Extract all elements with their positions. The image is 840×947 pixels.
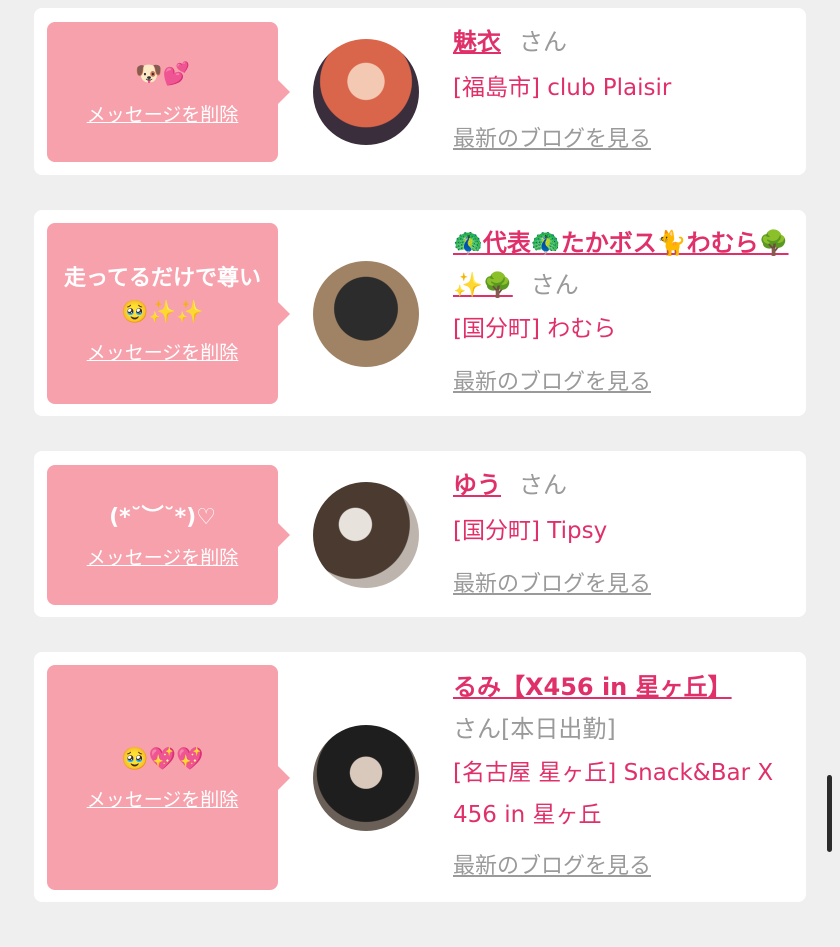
honorific: さん: [453, 715, 501, 743]
status-text: [本日出勤]: [501, 715, 616, 743]
profile-info: 🦚代表🦚たかボス🐈わむら🌳✨🌳 さん [国分町] わむら 最新のブログを見る: [453, 222, 792, 396]
message-card: (*˘︶˘*)♡ メッセージを削除 ゆう さん [国分町] Tipsy 最新のブロ…: [34, 451, 806, 617]
profile-info: 魅衣 さん [福島市] club Plaisir 最新のブログを見る: [453, 21, 792, 153]
name-line: るみ【X456 in 星ヶ丘】: [453, 666, 792, 708]
delete-message-link[interactable]: メッセージを削除: [87, 338, 239, 365]
honorific: さん: [519, 471, 567, 499]
message-text: (*˘︶˘*)♡: [109, 504, 216, 530]
latest-blog-link[interactable]: 最新のブログを見る: [453, 566, 651, 598]
message-text: 🥹💖💖: [121, 747, 204, 772]
profile-name-link[interactable]: るみ【X456 in 星ヶ丘】: [453, 673, 732, 701]
message-bubble: 走ってるだけで尊い🥹✨✨ メッセージを削除: [47, 223, 290, 404]
profile-name-link[interactable]: 魅衣: [453, 28, 501, 56]
avatar[interactable]: [313, 482, 419, 588]
delete-message-link[interactable]: メッセージを削除: [87, 785, 239, 812]
honorific: さん: [519, 28, 567, 56]
message-bubble: 🥹💖💖 メッセージを削除: [47, 665, 290, 890]
shop-label: [名古屋 星ヶ丘] Snack&Bar X 456 in 星ヶ丘: [453, 760, 774, 828]
name-line: ゆう さん: [453, 464, 792, 506]
name-line: 魅衣 さん: [453, 21, 792, 63]
message-card: 走ってるだけで尊い🥹✨✨ メッセージを削除 🦚代表🦚たかボス🐈わむら🌳✨🌳 さん …: [34, 210, 806, 416]
delete-message-link[interactable]: メッセージを削除: [87, 100, 239, 127]
profile-name-link[interactable]: ゆう: [453, 471, 501, 499]
delete-message-link[interactable]: メッセージを削除: [87, 543, 239, 570]
message-card: 🥹💖💖 メッセージを削除 るみ【X456 in 星ヶ丘】 さん[本日出勤] [名…: [34, 652, 806, 902]
avatar[interactable]: [313, 725, 419, 831]
latest-blog-link[interactable]: 最新のブログを見る: [453, 121, 651, 153]
name-line: 🦚代表🦚たかボス🐈わむら🌳✨🌳 さん: [453, 222, 792, 306]
shop-label: [国分町] Tipsy: [453, 518, 608, 544]
avatar[interactable]: [313, 261, 419, 367]
profile-info: ゆう さん [国分町] Tipsy 最新のブログを見る: [453, 464, 792, 598]
latest-blog-link[interactable]: 最新のブログを見る: [453, 848, 651, 880]
avatar[interactable]: [313, 39, 419, 145]
scrollbar[interactable]: [827, 775, 832, 852]
shop-label: [福島市] club Plaisir: [453, 75, 672, 101]
shop-label: [国分町] わむら: [453, 316, 617, 342]
latest-blog-link[interactable]: 最新のブログを見る: [453, 364, 651, 396]
honorific: さん: [530, 271, 579, 299]
name-suffix-line: さん[本日出勤]: [453, 708, 792, 750]
message-text: 🐶💕: [135, 61, 190, 87]
message-text: 走ってるだけで尊い🥹✨✨: [64, 266, 261, 325]
profile-info: るみ【X456 in 星ヶ丘】 さん[本日出勤] [名古屋 星ヶ丘] Snack…: [453, 666, 792, 880]
profile-name-link[interactable]: 🦚代表🦚たかボス🐈わむら🌳✨🌳: [453, 229, 789, 299]
message-card: 🐶💕 メッセージを削除 魅衣 さん [福島市] club Plaisir 最新のブ…: [34, 8, 806, 175]
message-bubble: 🐶💕 メッセージを削除: [47, 22, 290, 162]
message-bubble: (*˘︶˘*)♡ メッセージを削除: [47, 465, 290, 605]
